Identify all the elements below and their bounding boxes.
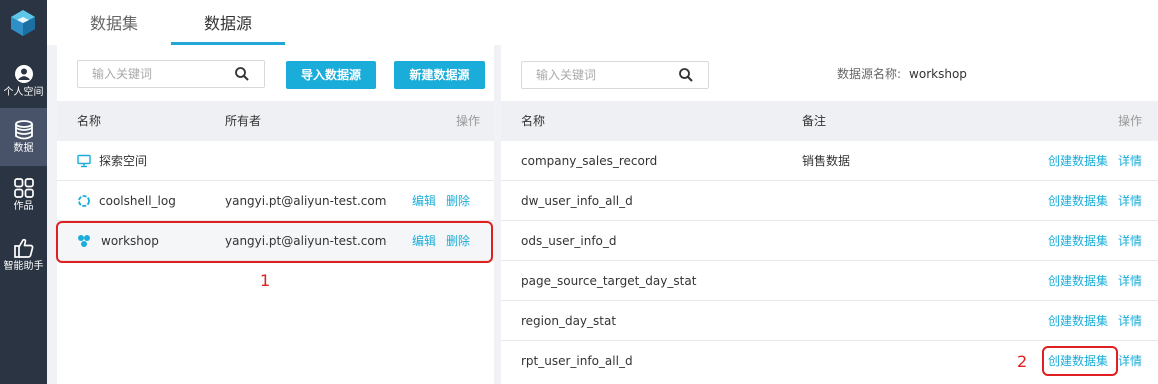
table-search-input[interactable] xyxy=(536,67,666,83)
table-name: rpt_user_info_all_d xyxy=(521,354,633,368)
column-header-ops: 操作 xyxy=(456,114,481,128)
new-datasource-button[interactable]: 新建数据源 xyxy=(394,61,485,89)
search-icon[interactable] xyxy=(234,66,250,82)
grid-icon xyxy=(13,178,34,198)
annotation-number-1: 1 xyxy=(260,271,271,290)
detail-link[interactable]: 详情 xyxy=(1118,141,1142,181)
create-dataset-link[interactable]: 创建数据集 xyxy=(1048,261,1108,301)
user-icon xyxy=(14,65,33,83)
search-icon[interactable] xyxy=(678,67,694,83)
table-name: dw_user_info_all_d xyxy=(521,194,633,208)
database-icon xyxy=(14,120,33,140)
monitor-icon xyxy=(77,154,91,168)
datasource-owner: yangyi.pt@aliyun-test.com xyxy=(225,194,387,208)
table-note: 销售数据 xyxy=(802,154,851,168)
delete-link[interactable]: 删除 xyxy=(446,181,470,221)
datasource-name-display: 数据源名称: workshop xyxy=(837,65,967,82)
column-header-name: 名称 xyxy=(77,114,102,128)
edit-link[interactable]: 编辑 xyxy=(412,181,436,221)
detail-link[interactable]: 详情 xyxy=(1118,261,1142,301)
table-row: ods_user_info_d 创建数据集 详情 xyxy=(501,221,1158,261)
nav-item-label: 智能助手 xyxy=(3,261,44,272)
table-name: page_source_target_day_stat xyxy=(521,274,697,288)
table-list-panel: 数据源名称: workshop 名称 备注 操作 company_sales_re… xyxy=(501,45,1158,384)
thumbs-up-icon xyxy=(13,238,33,258)
nav-item-data[interactable]: 数据 xyxy=(0,108,47,166)
nav-item-works[interactable]: 作品 xyxy=(0,168,47,222)
datasource-name-label: 数据源名称: xyxy=(837,67,902,81)
table-name: region_day_stat xyxy=(521,314,617,328)
datasource-name: 探索空间 xyxy=(99,154,148,168)
column-header-ops: 操作 xyxy=(1118,114,1143,128)
nav-item-personal-space[interactable]: 个人空间 xyxy=(0,54,47,108)
circle-icon xyxy=(78,195,90,207)
table-row: dw_user_info_all_d 创建数据集 详情 xyxy=(501,181,1158,221)
highlight-box-workshop xyxy=(56,221,493,263)
column-header-note: 备注 xyxy=(802,114,827,128)
table-search-field[interactable] xyxy=(521,61,709,89)
detail-link[interactable]: 详情 xyxy=(1118,221,1142,261)
datasource-name-value: workshop xyxy=(909,67,967,81)
create-dataset-link[interactable]: 创建数据集 xyxy=(1048,301,1108,341)
table-row: page_source_target_day_stat 创建数据集 详情 xyxy=(501,261,1158,301)
tab-datasources[interactable]: 数据源 xyxy=(204,0,252,45)
detail-link[interactable]: 详情 xyxy=(1118,341,1142,381)
create-dataset-link[interactable]: 创建数据集 xyxy=(1048,181,1108,221)
highlight-box-create-dataset xyxy=(1042,346,1118,376)
datasource-search-field[interactable] xyxy=(77,60,265,88)
detail-link[interactable]: 详情 xyxy=(1118,181,1142,221)
table-name: company_sales_record xyxy=(521,154,658,168)
column-header-name: 名称 xyxy=(521,114,546,128)
create-dataset-link[interactable]: 创建数据集 xyxy=(1048,221,1108,261)
import-datasource-button[interactable]: 导入数据源 xyxy=(286,61,376,89)
tab-datasets[interactable]: 数据集 xyxy=(90,0,138,45)
logo-icon[interactable] xyxy=(8,8,38,38)
datasource-table-header: 名称 所有者 操作 xyxy=(57,101,494,141)
datasource-name: coolshell_log xyxy=(99,194,176,208)
table-list-header: 名称 备注 操作 xyxy=(501,101,1158,141)
column-header-owner: 所有者 xyxy=(225,114,262,128)
detail-link[interactable]: 详情 xyxy=(1118,301,1142,341)
datasource-search-input[interactable] xyxy=(92,66,222,82)
left-nav: 个人空间 数据 作品 智能助手 xyxy=(0,0,47,384)
nav-item-label: 数据 xyxy=(13,143,34,154)
create-dataset-link[interactable]: 创建数据集 xyxy=(1048,141,1108,181)
nav-item-label: 作品 xyxy=(13,201,34,212)
table-row: region_day_stat 创建数据集 详情 xyxy=(501,301,1158,341)
annotation-number-2: 2 xyxy=(1017,352,1028,371)
datasource-row[interactable]: 探索空间 xyxy=(57,141,494,181)
tab-bar: 数据集 数据源 xyxy=(47,0,1158,45)
nav-item-label: 个人空间 xyxy=(3,87,44,98)
table-row: company_sales_record 销售数据 创建数据集 详情 xyxy=(501,141,1158,181)
table-name: ods_user_info_d xyxy=(521,234,617,248)
nav-item-assistant[interactable]: 智能助手 xyxy=(0,228,47,282)
datasource-row[interactable]: coolshell_log yangyi.pt@aliyun-test.com … xyxy=(57,181,494,221)
datasource-panel: 导入数据源 新建数据源 名称 所有者 操作 探索空间 coolshell_log… xyxy=(57,45,494,384)
